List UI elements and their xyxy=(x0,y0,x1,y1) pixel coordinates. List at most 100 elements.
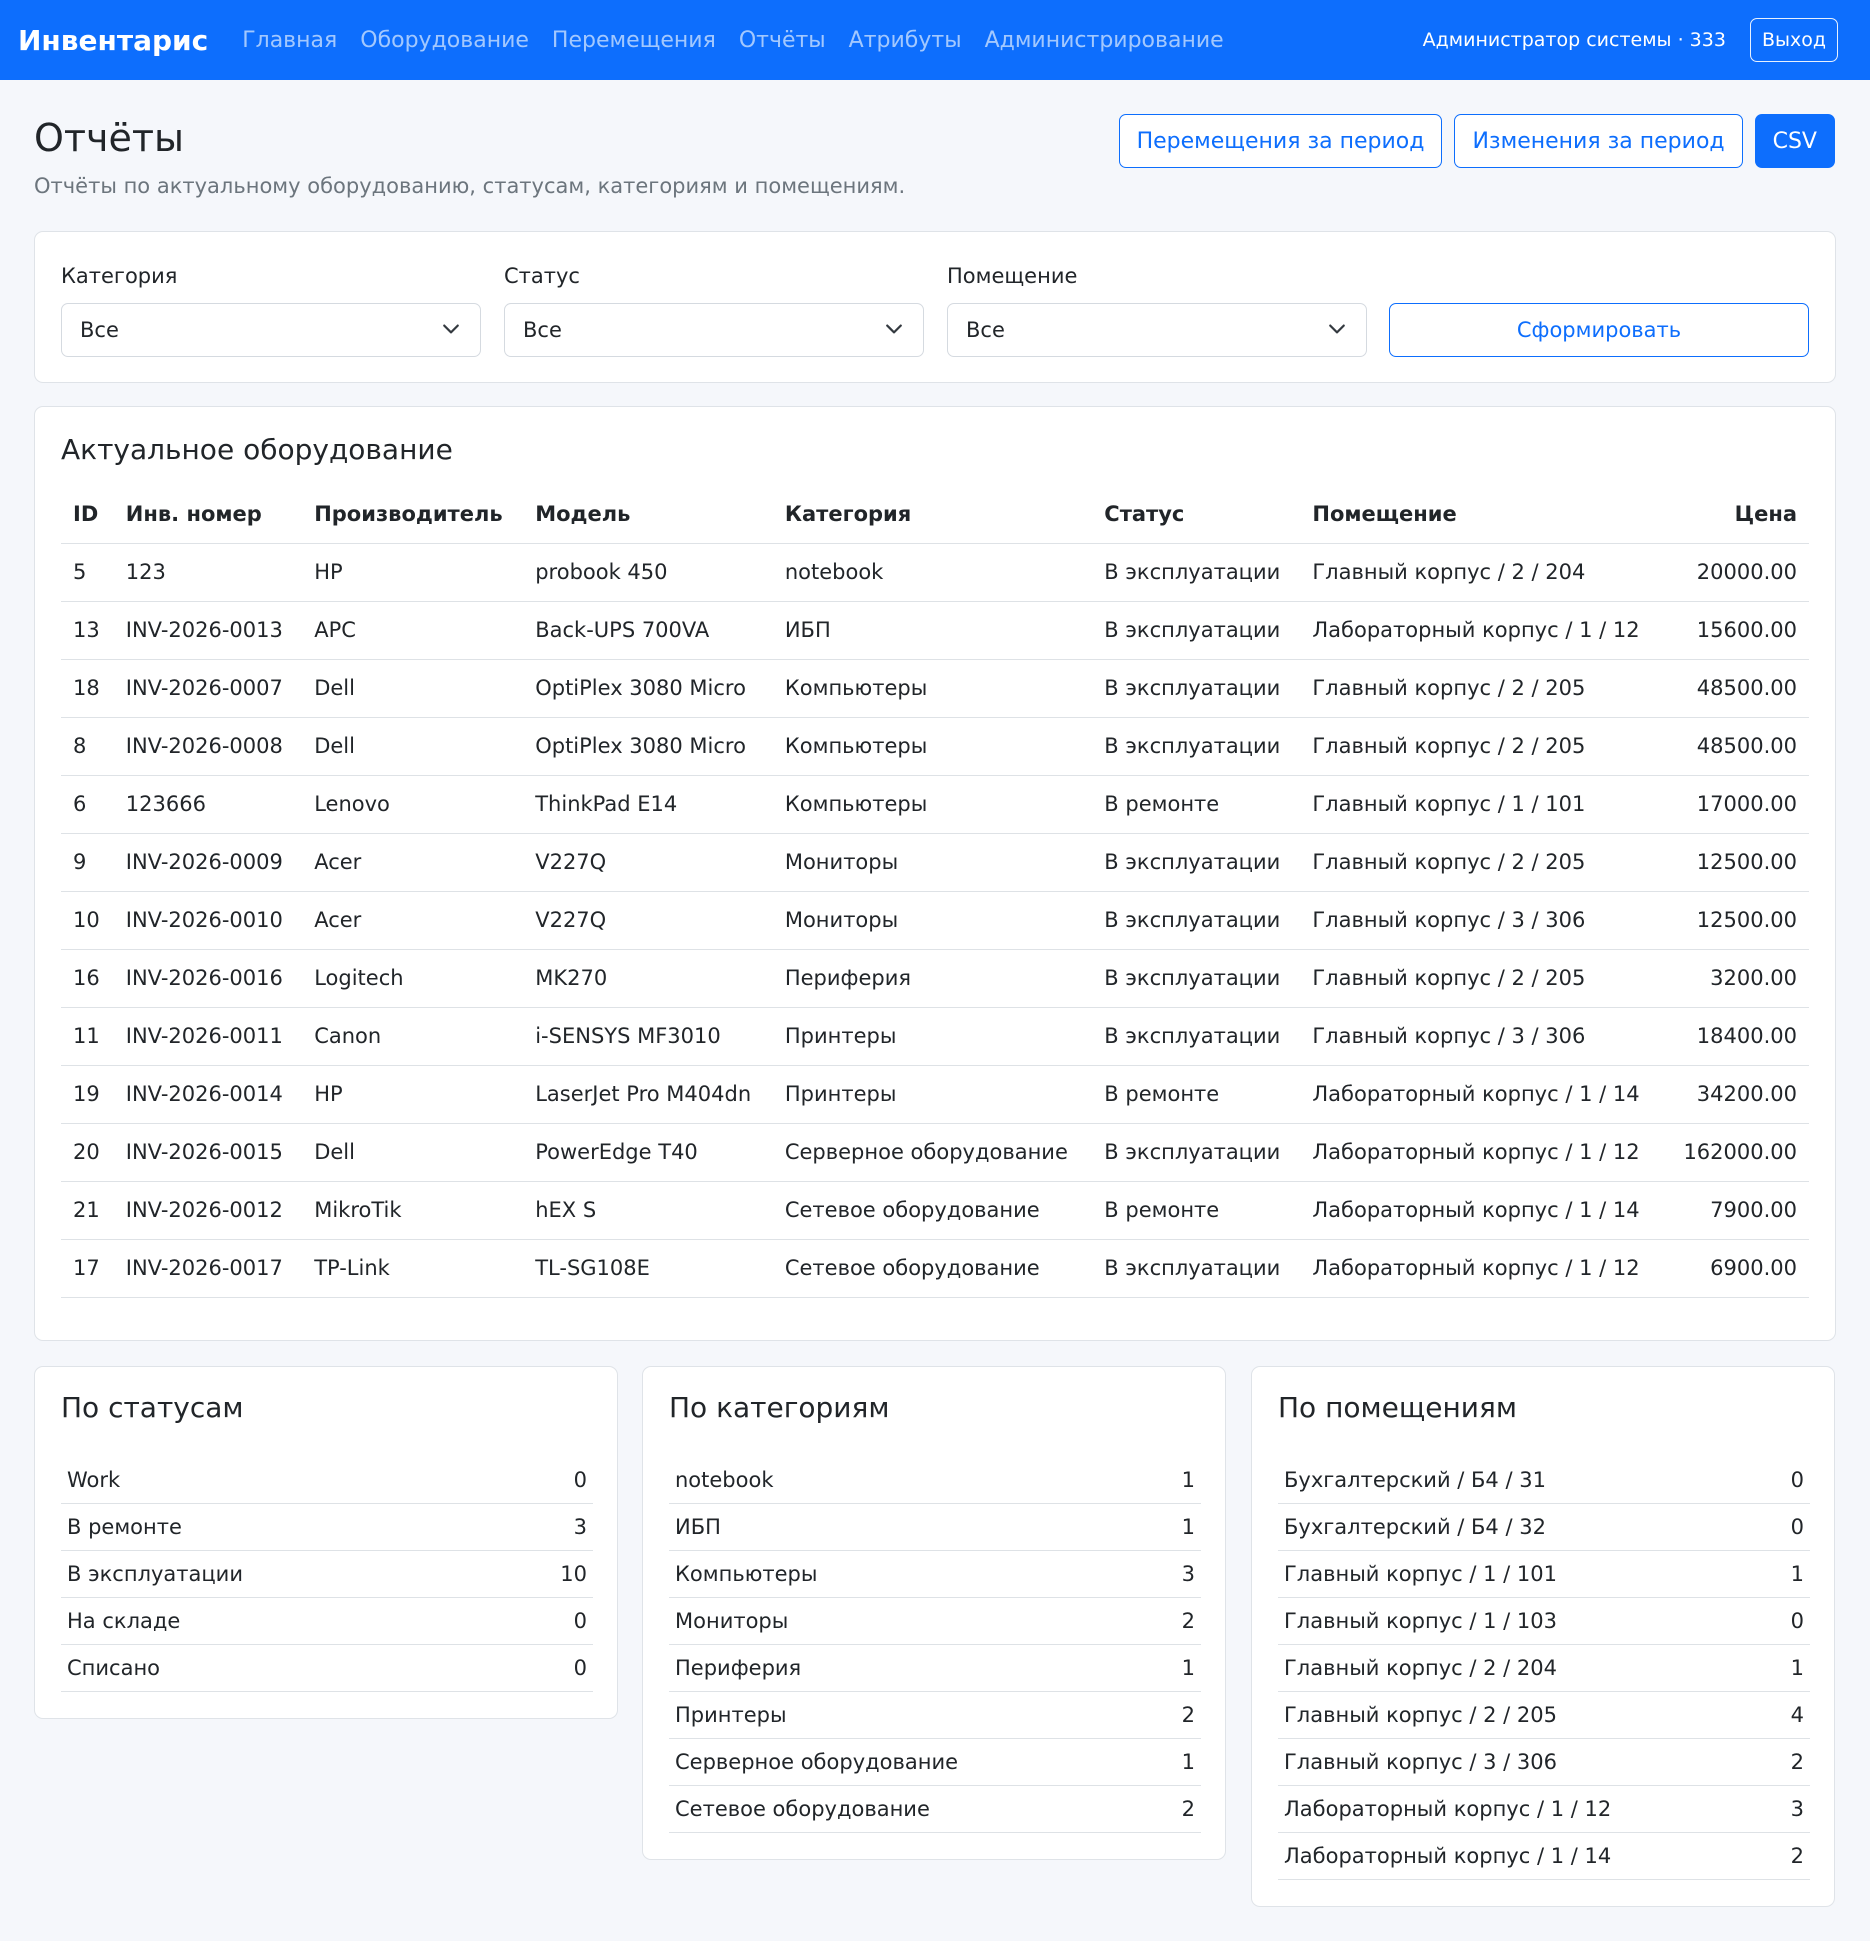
table-row: 19 INV-2026-0014 HP LaserJet Pro M404dn Прин… xyxy=(61,1065,1809,1124)
csv-export-button[interactable]: CSV xyxy=(1754,114,1835,168)
cell-id: 17 xyxy=(61,1239,114,1298)
by-status-card: По статусам Work 0 В ремонте 3 В эксплуатаци… xyxy=(34,1366,618,1719)
nav-link-equipment[interactable]: Оборудование xyxy=(360,28,529,53)
list-item-label: Периферия xyxy=(675,1656,802,1680)
list-item-label: В ремонте xyxy=(67,1515,182,1539)
list-item-label: Бухгалтерский / Б4 / 32 xyxy=(1284,1515,1546,1539)
cell-model: LaserJet Pro M404dn xyxy=(523,1065,773,1124)
list-item-count: 1 xyxy=(1181,1468,1195,1492)
movements-period-button[interactable]: Перемещения за период xyxy=(1118,114,1443,168)
cell-manufacturer: Dell xyxy=(302,717,524,776)
current-user: Администратор системы · 333 xyxy=(1422,29,1726,51)
cell-price: 12500.00 xyxy=(1665,833,1809,892)
cell-inventory-number: INV-2026-0010 xyxy=(113,891,303,950)
cell-category: Серверное оборудование xyxy=(772,1123,1093,1182)
cell-model: TL-SG108E xyxy=(523,1239,773,1298)
cell-inventory-number: INV-2026-0017 xyxy=(113,1239,303,1298)
cell-id: 6 xyxy=(61,775,114,834)
cell-category: Сетевое оборудование xyxy=(772,1239,1093,1298)
nav-link-reports[interactable]: Отчёты xyxy=(739,28,826,53)
cell-id: 21 xyxy=(61,1181,114,1240)
category-select-value: Все xyxy=(80,318,119,342)
nav-link-home[interactable]: Главная xyxy=(242,28,337,53)
nav-link-attributes[interactable]: Атрибуты xyxy=(849,28,962,53)
list-item: Принтеры 2 xyxy=(669,1692,1201,1739)
list-item-label: ИБП xyxy=(675,1515,721,1539)
by-status-title: По статусам xyxy=(61,1391,244,1424)
cell-inventory-number: INV-2026-0014 xyxy=(113,1065,303,1124)
list-item-count: 3 xyxy=(1181,1562,1195,1586)
cell-room: Лабораторный корпус / 1 / 12 xyxy=(1300,1123,1666,1182)
list-item-count: 1 xyxy=(1181,1750,1195,1774)
status-select[interactable]: Все xyxy=(504,303,924,357)
by-room-title: По помещениям xyxy=(1278,1391,1517,1424)
cell-status: В эксплуатации xyxy=(1092,543,1301,602)
cell-manufacturer: HP xyxy=(302,1065,524,1124)
list-item: Лабораторный корпус / 1 / 12 3 xyxy=(1278,1786,1810,1833)
table-row: 9 INV-2026-0009 Acer V227Q Мониторы В эксплуа… xyxy=(61,833,1809,892)
cell-category: Периферия xyxy=(772,949,1093,1008)
list-item-count: 2 xyxy=(1790,1844,1804,1868)
by-category-card: По категориям notebook 1 ИБП 1 Компьютеры 3 Мо… xyxy=(642,1366,1226,1860)
equipment-card: Актуальное оборудование ID Инв. номер Пр… xyxy=(34,406,1836,1341)
list-item-label: notebook xyxy=(675,1468,774,1492)
cell-price: 12500.00 xyxy=(1665,891,1809,950)
cell-price: 7900.00 xyxy=(1665,1181,1809,1240)
changes-period-button[interactable]: Изменения за период xyxy=(1454,114,1743,168)
logout-button[interactable]: Выход xyxy=(1749,18,1838,62)
list-item-label: В эксплуатации xyxy=(67,1562,243,1586)
list-item-count: 2 xyxy=(1181,1609,1195,1633)
cell-model: V227Q xyxy=(523,891,773,950)
col-header-inventory-number: Инв. номер xyxy=(113,485,303,544)
list-item-count: 1 xyxy=(1181,1515,1195,1539)
generate-report-button[interactable]: Сформировать xyxy=(1389,303,1809,357)
cell-room: Главный корпус / 2 / 205 xyxy=(1300,717,1666,776)
cell-model: PowerEdge T40 xyxy=(523,1123,773,1182)
cell-category: ИБП xyxy=(772,601,1093,660)
cell-price: 6900.00 xyxy=(1665,1239,1809,1298)
cell-price: 48500.00 xyxy=(1665,717,1809,776)
category-select[interactable]: Все xyxy=(61,303,481,357)
table-row: 16 INV-2026-0016 Logitech MK270 Периферия В э… xyxy=(61,949,1809,1008)
list-item-label: Главный корпус / 3 / 306 xyxy=(1284,1750,1557,1774)
list-item-label: Компьютеры xyxy=(675,1562,818,1586)
list-item-label: Списано xyxy=(67,1656,161,1680)
cell-inventory-number: INV-2026-0012 xyxy=(113,1181,303,1240)
list-item-count: 0 xyxy=(1790,1468,1804,1492)
cell-manufacturer: TP-Link xyxy=(302,1239,524,1298)
page-title: Отчёты xyxy=(34,116,185,160)
list-item: Бухгалтерский / Б4 / 32 0 xyxy=(1278,1504,1810,1551)
cell-model: MK270 xyxy=(523,949,773,1008)
cell-manufacturer: Acer xyxy=(302,891,524,950)
brand-logo[interactable]: Инвентарис xyxy=(18,24,208,57)
list-item-label: На складе xyxy=(67,1609,181,1633)
by-room-card: По помещениям Бухгалтерский / Б4 / 31 0 Бу… xyxy=(1251,1366,1835,1907)
list-item-label: Главный корпус / 2 / 205 xyxy=(1284,1703,1557,1727)
nav-link-movements[interactable]: Перемещения xyxy=(552,28,716,53)
list-item-count: 10 xyxy=(560,1562,587,1586)
list-item-label: Главный корпус / 1 / 103 xyxy=(1284,1609,1557,1633)
cell-status: В ремонте xyxy=(1092,775,1301,834)
cell-category: Компьютеры xyxy=(772,775,1093,834)
cell-id: 19 xyxy=(61,1065,114,1124)
cell-room: Главный корпус / 3 / 306 xyxy=(1300,1007,1666,1066)
list-item-label: Серверное оборудование xyxy=(675,1750,959,1774)
col-header-id: ID xyxy=(61,485,114,544)
cell-category: Мониторы xyxy=(772,891,1093,950)
cell-price: 18400.00 xyxy=(1665,1007,1809,1066)
col-header-category: Категория xyxy=(772,485,1093,544)
list-item-count: 2 xyxy=(1181,1797,1195,1821)
table-row: 11 INV-2026-0011 Canon i-SENSYS MF3010 Принт… xyxy=(61,1007,1809,1066)
cell-model: ThinkPad E14 xyxy=(523,775,773,834)
list-item: Главный корпус / 1 / 103 0 xyxy=(1278,1598,1810,1645)
room-select[interactable]: Все xyxy=(947,303,1367,357)
list-item: Главный корпус / 3 / 306 2 xyxy=(1278,1739,1810,1786)
nav-link-administration[interactable]: Администрирование xyxy=(985,28,1224,53)
cell-price: 3200.00 xyxy=(1665,949,1809,1008)
cell-inventory-number: INV-2026-0011 xyxy=(113,1007,303,1066)
table-header-row: ID Инв. номер Производитель Модель Катег… xyxy=(61,485,1809,544)
cell-inventory-number: INV-2026-0013 xyxy=(113,601,303,660)
cell-room: Лабораторный корпус / 1 / 12 xyxy=(1300,1239,1666,1298)
list-item: В ремонте 3 xyxy=(61,1504,593,1551)
status-filter-label: Статус xyxy=(504,264,580,288)
